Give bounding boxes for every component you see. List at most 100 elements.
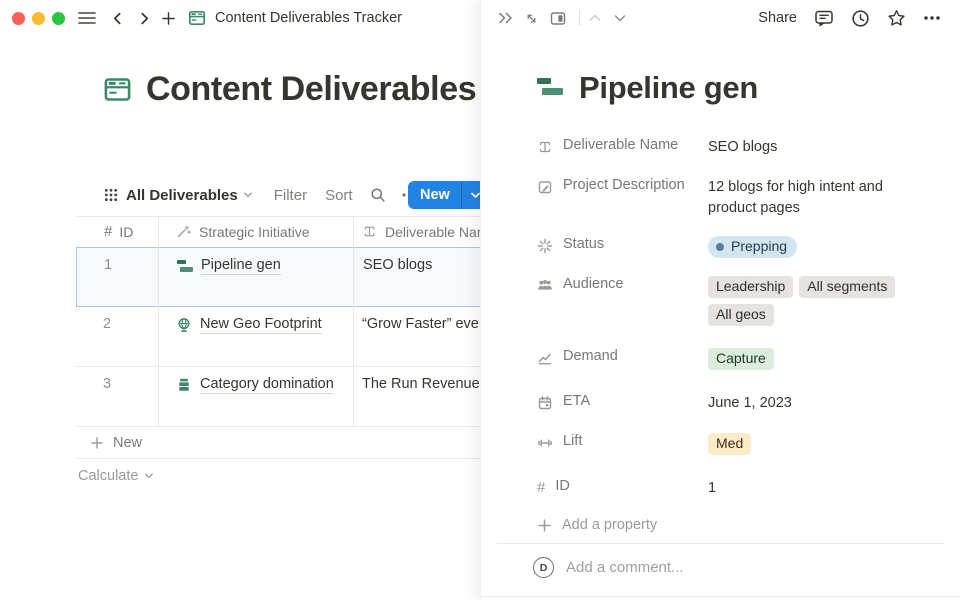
user-avatar: D bbox=[533, 557, 554, 578]
traffic-lights bbox=[12, 12, 65, 25]
filter-button[interactable]: Filter bbox=[274, 187, 307, 204]
table-new-row-button[interactable]: New bbox=[76, 427, 508, 459]
audience-tag[interactable]: Leadership bbox=[708, 276, 793, 298]
table-row[interactable]: 1 Pipeline gen SEO blogs bbox=[76, 247, 508, 307]
column-header-id[interactable]: # ID bbox=[76, 224, 158, 240]
status-dot-icon bbox=[716, 243, 724, 251]
deliverables-table: # ID Strategic Initiative Deliverable Na… bbox=[76, 216, 508, 459]
property-value[interactable]: Med bbox=[708, 433, 913, 461]
lift-tag[interactable]: Med bbox=[708, 433, 751, 455]
text-icon bbox=[537, 139, 553, 155]
new-row-label: New bbox=[113, 435, 142, 451]
chevron-down-icon bbox=[144, 471, 154, 481]
view-bar: All Deliverables Filter Sort bbox=[104, 180, 419, 210]
comment-input[interactable]: Add a comment... bbox=[566, 559, 684, 576]
edit-icon bbox=[537, 179, 553, 195]
window-title: Content Deliverables Tracker bbox=[215, 10, 402, 26]
close-peek-double-chevron-icon[interactable] bbox=[498, 11, 513, 25]
favorite-star-icon[interactable] bbox=[887, 9, 906, 28]
comment-divider bbox=[497, 543, 944, 544]
property-label[interactable]: ETA bbox=[537, 393, 708, 411]
zoom-window-button[interactable] bbox=[52, 12, 65, 25]
property-row-id: # ID 1 bbox=[537, 478, 925, 499]
sidebar-menu-icon[interactable] bbox=[78, 11, 96, 25]
property-row-status: Status Prepping bbox=[537, 236, 925, 258]
cell-title[interactable]: New Geo Footprint bbox=[158, 307, 353, 366]
property-label[interactable]: Project Description bbox=[537, 177, 708, 195]
record-title[interactable]: Pipeline gen bbox=[579, 70, 758, 106]
property-value[interactable]: Capture bbox=[708, 348, 913, 376]
property-row-lift: Lift Med bbox=[537, 433, 925, 461]
panel-bottom-divider bbox=[481, 596, 960, 597]
property-value[interactable]: Prepping bbox=[708, 236, 913, 258]
column-divider[interactable] bbox=[353, 216, 354, 427]
calendar-icon bbox=[537, 395, 553, 411]
property-value[interactable]: June 1, 2023 bbox=[708, 393, 913, 414]
sort-button[interactable]: Sort bbox=[325, 187, 353, 204]
property-value[interactable]: 12 blogs for high intent and product pag… bbox=[708, 177, 913, 219]
property-value[interactable]: Leadership All segments All geos bbox=[708, 276, 913, 332]
share-button[interactable]: Share bbox=[758, 10, 797, 26]
chevron-down-icon[interactable] bbox=[243, 190, 253, 200]
column-divider[interactable] bbox=[158, 216, 159, 427]
dumbbell-icon bbox=[537, 435, 553, 451]
forward-icon[interactable] bbox=[138, 12, 151, 25]
audience-tag[interactable]: All segments bbox=[799, 276, 895, 298]
back-icon[interactable] bbox=[111, 12, 124, 25]
previous-record-chevron-up-icon[interactable] bbox=[588, 12, 602, 24]
calculate-dropdown[interactable]: Calculate bbox=[78, 468, 154, 484]
add-property-label: Add a property bbox=[562, 517, 657, 533]
page-table-icon bbox=[188, 9, 206, 27]
property-list: Deliverable Name SEO blogs Project Descr… bbox=[537, 137, 925, 533]
status-badge[interactable]: Prepping bbox=[708, 236, 797, 258]
comment-composer[interactable]: D Add a comment... bbox=[533, 557, 684, 578]
property-label[interactable]: Lift bbox=[537, 433, 708, 451]
property-label[interactable]: Status bbox=[537, 236, 708, 254]
side-peek-panel: Share Pipeline gen Deliverable bbox=[480, 0, 960, 600]
cell-title[interactable]: Category domination bbox=[158, 367, 353, 426]
hash-icon: # bbox=[537, 480, 545, 496]
cell-id[interactable]: 2 bbox=[76, 307, 158, 366]
history-clock-icon[interactable] bbox=[851, 9, 870, 28]
table-row[interactable]: 2 New Geo Footprint “Grow Faster” eve bbox=[76, 307, 508, 367]
search-icon[interactable] bbox=[370, 187, 386, 203]
add-property-button[interactable]: Add a property bbox=[537, 517, 925, 533]
audience-tag[interactable]: All geos bbox=[708, 304, 774, 326]
new-tab-icon[interactable] bbox=[161, 11, 176, 26]
demand-tag[interactable]: Capture bbox=[708, 348, 774, 370]
plus-icon bbox=[90, 436, 104, 450]
column-header-strategic-initiative[interactable]: Strategic Initiative bbox=[158, 224, 353, 240]
property-value[interactable]: 1 bbox=[708, 478, 913, 499]
property-label[interactable]: Demand bbox=[537, 348, 708, 366]
window-toolbar: Content Deliverables Tracker bbox=[0, 0, 402, 36]
record-title-link[interactable]: New Geo Footprint bbox=[200, 316, 322, 334]
property-label[interactable]: # ID bbox=[537, 478, 708, 496]
side-peek-layout-icon[interactable] bbox=[550, 11, 566, 26]
cell-title[interactable]: Pipeline gen bbox=[159, 248, 354, 306]
property-label[interactable]: Deliverable Name bbox=[537, 137, 708, 155]
comments-icon[interactable] bbox=[814, 9, 834, 28]
expand-page-icon[interactable] bbox=[524, 11, 539, 26]
next-record-chevron-down-icon[interactable] bbox=[613, 12, 627, 24]
property-row-eta: ETA June 1, 2023 bbox=[537, 393, 925, 414]
toolbar-divider bbox=[579, 10, 580, 26]
cell-id[interactable]: 1 bbox=[77, 248, 159, 306]
grid-view-icon[interactable] bbox=[104, 188, 118, 202]
page-table-icon bbox=[103, 75, 132, 104]
record-title-link[interactable]: Category domination bbox=[200, 376, 334, 394]
plus-icon bbox=[537, 518, 552, 533]
stack-icon bbox=[176, 377, 192, 393]
close-window-button[interactable] bbox=[12, 12, 25, 25]
globe-icon bbox=[176, 317, 192, 333]
table-row[interactable]: 3 Category domination The Run Revenue S bbox=[76, 367, 508, 427]
new-button-label[interactable]: New bbox=[408, 187, 461, 203]
view-name-dropdown[interactable]: All Deliverables bbox=[126, 187, 238, 204]
property-label[interactable]: Audience bbox=[537, 276, 708, 293]
minimize-window-button[interactable] bbox=[32, 12, 45, 25]
more-options-ellipsis-icon[interactable] bbox=[923, 15, 941, 21]
record-title-link[interactable]: Pipeline gen bbox=[201, 257, 281, 275]
property-value[interactable]: SEO blogs bbox=[708, 137, 913, 158]
column-header-label: Strategic Initiative bbox=[199, 224, 310, 240]
property-row-project-description: Project Description 12 blogs for high in… bbox=[537, 177, 925, 219]
cell-id[interactable]: 3 bbox=[76, 367, 158, 426]
